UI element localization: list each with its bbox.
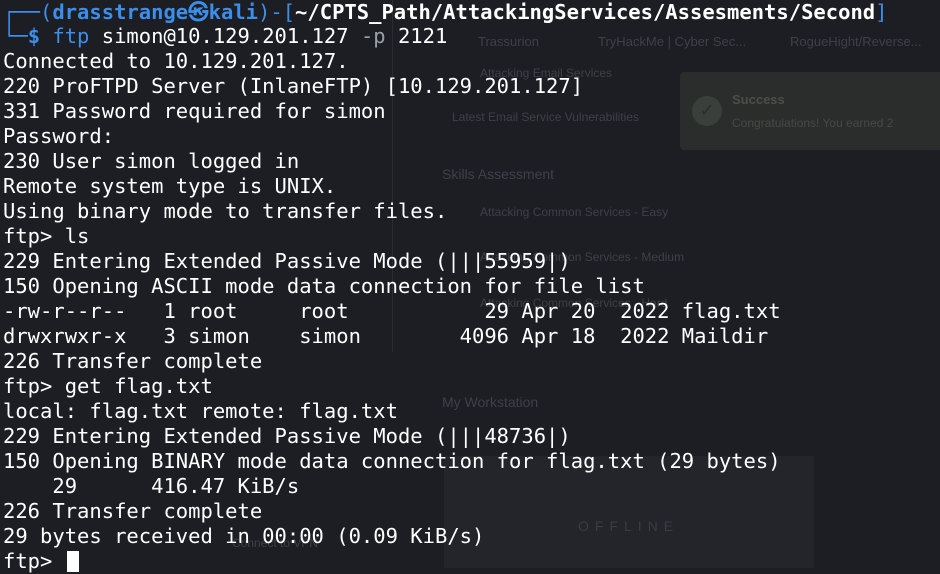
output-line: ftp> ls	[3, 224, 90, 248]
output-line: 150 Opening ASCII mode data connection f…	[3, 274, 645, 298]
prompt-bracket-open: )-[	[258, 0, 296, 24]
prompt-path: ~/CPTS_Path/AttackingServices/Assesments…	[295, 0, 876, 24]
command-arg: simon@10.129.201.127	[101, 24, 349, 48]
command-name: ftp	[52, 24, 90, 48]
output-line: 331 Password required for simon	[3, 99, 386, 123]
prompt-bracket-close: ]	[875, 0, 888, 24]
prompt-host: kali	[208, 0, 259, 24]
terminal-output[interactable]: ┌──(drasstrange㉿kali)-[~/CPTS_Path/Attac…	[3, 0, 940, 573]
output-line: 29 bytes received in 00:00 (0.09 KiB/s)	[3, 524, 485, 548]
output-line: 29 416.47 KiB/s	[3, 474, 300, 498]
prompt-corner-bottom: └─	[3, 24, 28, 48]
output-line: 150 Opening BINARY mode data connection …	[3, 449, 781, 473]
output-line: 229 Entering Extended Passive Mode (|||5…	[3, 249, 571, 273]
output-line: 230 User simon logged in	[3, 149, 300, 173]
output-line: 229 Entering Extended Passive Mode (|||4…	[3, 424, 571, 448]
prompt-dollar: $	[27, 24, 41, 48]
text-cursor[interactable]	[66, 551, 79, 572]
ftp-prompt: ftp>	[3, 549, 65, 573]
prompt-user: drasstrange	[52, 0, 189, 24]
output-line: -rw-r--r-- 1 root root 29 Apr 20 2022 fl…	[3, 299, 781, 323]
output-line: Using binary mode to transfer files.	[3, 199, 448, 223]
command-port: 2121	[397, 24, 448, 48]
at-icon: ㉿	[188, 0, 209, 24]
output-line: Password:	[3, 124, 115, 148]
input-line[interactable]: ftp>	[3, 549, 940, 574]
output-line: Connected to 10.129.201.127.	[3, 49, 349, 73]
output-line: local: flag.txt remote: flag.txt	[3, 399, 398, 423]
output-line: Remote system type is UNIX.	[3, 174, 337, 198]
command-flag: -p	[360, 24, 386, 48]
output-line: drwxrwxr-x 3 simon simon 4096 Apr 18 202…	[3, 324, 769, 348]
prompt-command-line: └─$ ftp simon@10.129.201.127 -p 2121	[3, 24, 940, 49]
output-line: ftp> get flag.txt	[3, 374, 213, 398]
output-line: 220 ProFTPD Server (InlaneFTP) [10.129.2…	[3, 74, 584, 98]
prompt-corner-top: ┌──(	[3, 0, 53, 24]
prompt-header: ┌──(drasstrange㉿kali)-[~/CPTS_Path/Attac…	[3, 0, 940, 24]
output-line: 226 Transfer complete	[3, 499, 263, 523]
output-line: 226 Transfer complete	[3, 349, 263, 373]
